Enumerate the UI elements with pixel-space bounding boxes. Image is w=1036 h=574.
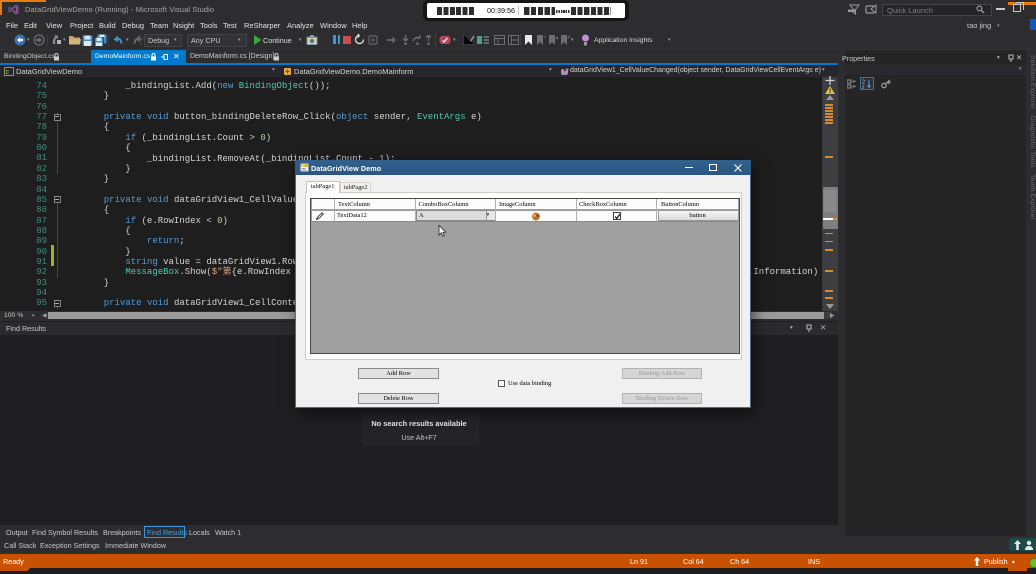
svg-text:c: c: [6, 69, 10, 76]
svg-text:z: z: [862, 85, 865, 90]
